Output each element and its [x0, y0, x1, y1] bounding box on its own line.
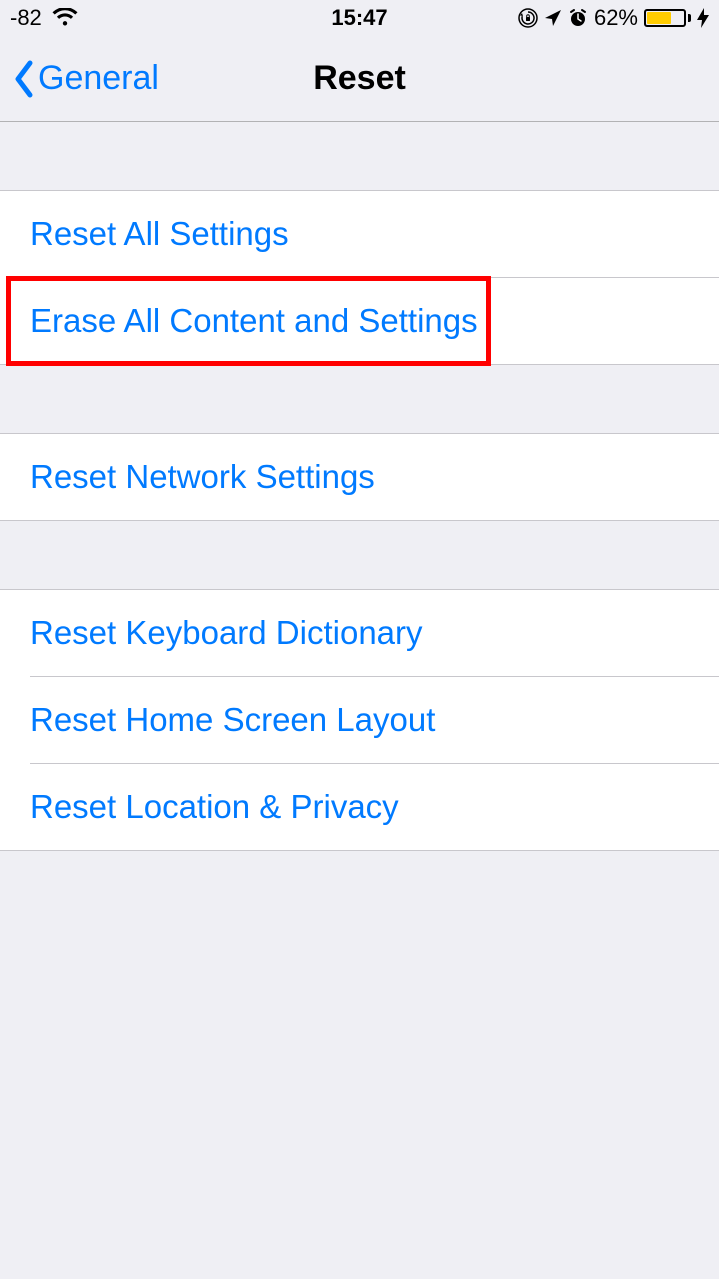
reset-all-settings-cell[interactable]: Reset All Settings — [0, 191, 719, 277]
page-title: Reset — [313, 59, 406, 98]
charging-icon — [697, 8, 709, 28]
group-spacer — [0, 521, 719, 589]
group-spacer — [0, 365, 719, 433]
cell-label: Erase All Content and Settings — [30, 302, 478, 340]
reset-location-privacy-cell[interactable]: Reset Location & Privacy — [0, 764, 719, 850]
settings-group: Reset Keyboard Dictionary Reset Home Scre… — [0, 589, 719, 851]
nav-bar: General Reset — [0, 36, 719, 122]
erase-all-content-cell[interactable]: Erase All Content and Settings — [0, 278, 719, 364]
cell-label: Reset Network Settings — [30, 458, 375, 496]
battery-fill — [647, 12, 671, 24]
cell-label: Reset Keyboard Dictionary — [30, 614, 423, 652]
battery-percent: 62% — [594, 5, 638, 31]
cell-label: Reset All Settings — [30, 215, 289, 253]
signal-strength: -82 — [10, 5, 42, 31]
reset-network-settings-cell[interactable]: Reset Network Settings — [0, 434, 719, 520]
clock-time: 15:47 — [331, 5, 387, 31]
status-bar: -82 15:47 62% — [0, 0, 719, 36]
cell-label: Reset Location & Privacy — [30, 788, 399, 826]
group-spacer — [0, 122, 719, 190]
wifi-icon — [52, 8, 78, 28]
cell-label: Reset Home Screen Layout — [30, 701, 435, 739]
settings-group: Reset All Settings Erase All Content and … — [0, 190, 719, 365]
back-label: General — [38, 59, 159, 98]
location-icon — [544, 9, 562, 27]
battery-icon — [644, 9, 691, 27]
reset-keyboard-dictionary-cell[interactable]: Reset Keyboard Dictionary — [0, 590, 719, 676]
reset-home-screen-layout-cell[interactable]: Reset Home Screen Layout — [0, 677, 719, 763]
settings-group: Reset Network Settings — [0, 433, 719, 521]
alarm-icon — [568, 8, 588, 28]
orientation-lock-icon — [518, 8, 538, 28]
back-button[interactable]: General — [12, 59, 159, 99]
chevron-left-icon — [12, 59, 34, 99]
content: Reset All Settings Erase All Content and … — [0, 122, 719, 851]
